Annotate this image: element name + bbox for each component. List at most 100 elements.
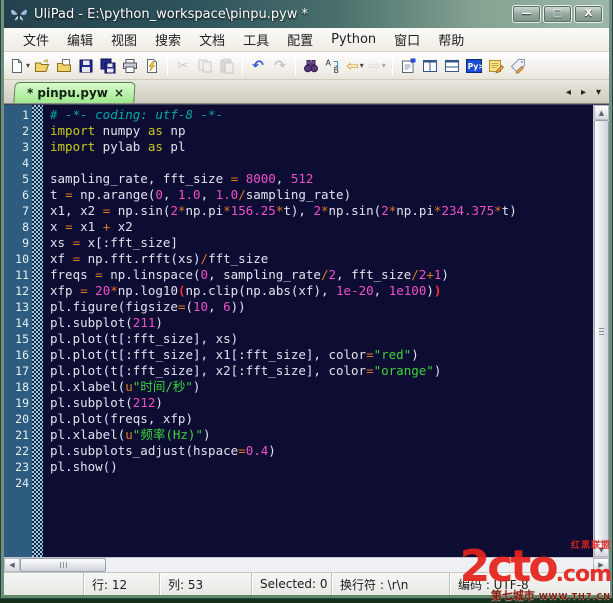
code-line[interactable]: 21pl.xlabel(u"频率(Hz)") — [4, 427, 593, 443]
minimize-button[interactable]: — — [512, 5, 541, 23]
code-line[interactable]: 18pl.xlabel(u"时间/秒") — [4, 379, 593, 395]
open-folder-icon — [56, 58, 72, 74]
menu-item[interactable]: 帮助 — [429, 28, 473, 51]
line-number: 23 — [4, 459, 29, 475]
tab-pinpu-pyw[interactable]: * pinpu.pyw × — [13, 82, 135, 103]
save-button[interactable] — [75, 54, 97, 78]
tab-list-icon[interactable]: ▾ — [596, 87, 601, 98]
replace-button[interactable]: AB — [322, 54, 344, 78]
code-line[interactable]: 2import numpy as np — [4, 123, 593, 139]
export-button[interactable] — [141, 54, 163, 78]
undo-button[interactable]: ↶ — [247, 54, 269, 78]
close-button[interactable]: X — [574, 5, 603, 23]
python-shell-button[interactable]: Py> — [463, 54, 485, 78]
tab-label: * pinpu.pyw — [27, 86, 108, 100]
code-line[interactable]: 7x1, x2 = np.sin(2*np.pi*156.25*t), 2*np… — [4, 203, 593, 219]
code-line[interactable]: 20pl.plot(freqs, xfp) — [4, 411, 593, 427]
code-line[interactable]: 22pl.subplots_adjust(hspace=0.4) — [4, 443, 593, 459]
edit-tag-button[interactable] — [507, 54, 529, 78]
code-text: pl.plot(freqs, xfp) — [50, 411, 193, 426]
menu-item[interactable]: 视图 — [102, 28, 146, 51]
code-line[interactable]: 10xf = np.fft.rfft(xs)/fft_size — [4, 251, 593, 267]
new-file-icon — [9, 58, 25, 74]
line-number: 3 — [4, 139, 29, 155]
code-line[interactable]: 11freqs = np.linspace(0, sampling_rate/2… — [4, 267, 593, 283]
code-line[interactable]: 16pl.plot(t[:fft_size], x1[:fft_size], c… — [4, 347, 593, 363]
code-line[interactable]: 5sampling_rate, fft_size = 8000, 512 — [4, 171, 593, 187]
code-line[interactable]: 14pl.subplot(211) — [4, 315, 593, 331]
split-vertical-button[interactable] — [419, 54, 441, 78]
new-file-button[interactable]: ▾ — [8, 54, 31, 78]
find-button[interactable] — [300, 54, 322, 78]
status-column: 列: 53 — [160, 573, 252, 595]
code-line[interactable]: 9xs = x[:fft_size] — [4, 235, 593, 251]
code-line[interactable]: 24 — [4, 475, 593, 491]
horizontal-scrollbar[interactable]: ◀ ▶ — [4, 557, 609, 572]
scroll-left-icon[interactable]: ◀ — [4, 558, 20, 572]
dropdown-caret-icon[interactable]: ▾ — [382, 61, 386, 70]
menu-item[interactable]: 编辑 — [58, 28, 102, 51]
line-number: 22 — [4, 443, 29, 459]
code-line[interactable]: 17pl.plot(t[:fft_size], x2[:fft_size], c… — [4, 363, 593, 379]
horizontal-scroll-track[interactable] — [106, 558, 593, 572]
nav-back-button[interactable]: ⇦▾ — [344, 54, 366, 78]
menu-item[interactable]: 文件 — [14, 28, 58, 51]
code-line[interactable]: 4 — [4, 155, 593, 171]
open-file-button[interactable] — [31, 54, 53, 78]
line-number: 16 — [4, 347, 29, 363]
scroll-up-icon[interactable]: ▲ — [594, 105, 609, 120]
open-file-icon — [34, 58, 50, 74]
print-icon — [122, 58, 138, 74]
split-vertical-icon — [422, 58, 438, 74]
menu-item[interactable]: 搜索 — [146, 28, 190, 51]
menu-item[interactable]: Python — [322, 30, 385, 49]
maximize-button[interactable]: □ — [543, 5, 572, 23]
menu-item[interactable]: 配置 — [278, 28, 322, 51]
code-line[interactable]: 13pl.figure(figsize=(10, 6)) — [4, 299, 593, 315]
horizontal-scroll-thumb[interactable] — [20, 558, 106, 572]
code-text: pl.xlabel(u"频率(Hz)") — [50, 427, 210, 442]
code-line[interactable]: 12xfp = 20*np.log10(np.clip(np.abs(xf), … — [4, 283, 593, 299]
line-number: 14 — [4, 315, 29, 331]
dropdown-caret-icon[interactable]: ▾ — [360, 61, 364, 70]
document-properties-button[interactable] — [397, 54, 419, 78]
print-button[interactable] — [119, 54, 141, 78]
scroll-down-icon[interactable]: ▼ — [594, 542, 609, 557]
code-text: pl.subplot(212) — [50, 395, 163, 410]
cut-icon: ✂ — [177, 58, 189, 74]
tab-close-icon[interactable]: × — [114, 86, 124, 100]
code-line[interactable]: 15pl.plot(t[:fft_size], xs) — [4, 331, 593, 347]
line-number: 12 — [4, 283, 29, 299]
line-number: 9 — [4, 235, 29, 251]
code-line[interactable]: 3import pylab as pl — [4, 139, 593, 155]
code-editor[interactable]: 1# -*- coding: utf-8 -*-2import numpy as… — [4, 105, 593, 557]
tab-prev-icon[interactable]: ◂ — [566, 87, 571, 98]
nav-forward-icon: ⇨ — [368, 58, 381, 74]
split-horizontal-button[interactable] — [441, 54, 463, 78]
save-all-icon — [100, 58, 116, 74]
code-line[interactable]: 23pl.show() — [4, 459, 593, 475]
save-all-button[interactable] — [97, 54, 119, 78]
menu-item[interactable]: 窗口 — [385, 28, 429, 51]
line-number: 8 — [4, 219, 29, 235]
title-bar[interactable]: UliPad - E:\python_workspace\pinpu.pyw *… — [4, 0, 609, 28]
split-horizontal-icon — [444, 58, 460, 74]
line-number: 13 — [4, 299, 29, 315]
svg-text:Py>: Py> — [468, 62, 482, 71]
code-line[interactable]: 6t = np.arange(0, 1.0, 1.0/sampling_rate… — [4, 187, 593, 203]
vertical-scrollbar[interactable]: ▲ ▼ — [593, 105, 609, 557]
scroll-right-icon[interactable]: ▶ — [593, 558, 609, 572]
edit-note-button[interactable] — [485, 54, 507, 78]
vertical-scroll-thumb[interactable] — [594, 120, 609, 542]
open-folder-button[interactable] — [53, 54, 75, 78]
code-line[interactable]: 8x = x1 + x2 — [4, 219, 593, 235]
dropdown-caret-icon[interactable]: ▾ — [26, 61, 30, 70]
status-encoding: 编码 : UTF-8 — [450, 573, 609, 595]
find-icon — [303, 58, 319, 74]
menu-item[interactable]: 文档 — [190, 28, 234, 51]
line-number: 11 — [4, 267, 29, 283]
menu-item[interactable]: 工具 — [234, 28, 278, 51]
tab-next-icon[interactable]: ▸ — [581, 87, 586, 98]
code-line[interactable]: 1# -*- coding: utf-8 -*- — [4, 107, 593, 123]
code-line[interactable]: 19pl.subplot(212) — [4, 395, 593, 411]
